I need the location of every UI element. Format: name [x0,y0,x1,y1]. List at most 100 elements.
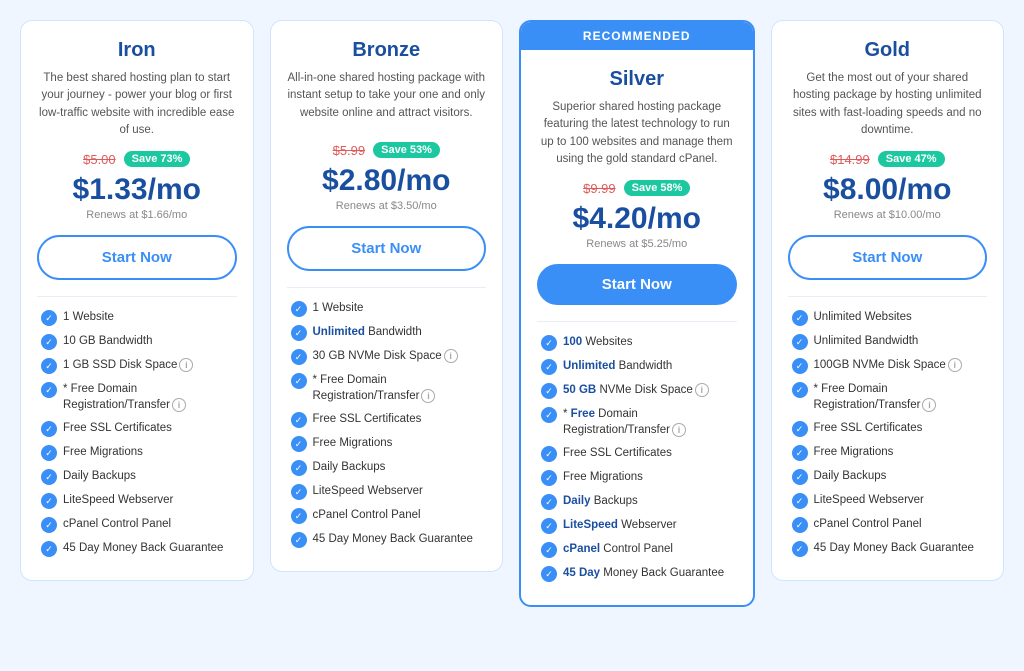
check-icon: ✓ [541,518,557,534]
check-icon: ✓ [41,310,57,326]
main-price: $1.33/mo [37,173,237,207]
plan-desc: All-in-one shared hosting package with i… [287,70,487,130]
plan-name: Gold [788,39,988,62]
check-icon: ✓ [41,541,57,557]
feature-text: 1 Website [63,309,114,325]
check-icon: ✓ [41,469,57,485]
feature-item: ✓ Free Migrations [41,444,233,461]
divider [37,296,237,297]
plan-card-iron: Iron The best shared hosting plan to sta… [20,20,254,581]
feature-item: ✓ * Free Domain Registration/Transferi [41,381,233,413]
info-icon: i [179,358,193,372]
check-icon: ✓ [792,445,808,461]
info-icon: i [421,389,435,403]
plan-body: Gold Get the most out of your shared hos… [772,21,1004,557]
feature-text: Free SSL Certificates [563,445,672,461]
info-icon: i [695,383,709,397]
features-list: ✓ 1 Website ✓ Unlimited Bandwidth ✓ 30 G… [287,300,487,548]
check-icon: ✓ [541,383,557,399]
check-icon: ✓ [792,382,808,398]
original-price: $5.99 [333,143,366,158]
plan-desc: Get the most out of your shared hosting … [788,70,988,139]
feature-item: ✓ Daily Backups [41,468,233,485]
check-icon: ✓ [792,469,808,485]
check-icon: ✓ [541,494,557,510]
feature-text: LiteSpeed Webserver [63,492,173,508]
feature-item: ✓ Unlimited Bandwidth [291,324,483,341]
plan-card-bronze: Bronze All-in-one shared hosting package… [270,20,504,572]
start-now-button[interactable]: Start Now [537,264,737,305]
plan-name: Iron [37,39,237,62]
feature-item: ✓ Unlimited Websites [792,309,984,326]
feature-text: cPanel Control Panel [814,516,922,532]
price-row: $9.99 Save 58% [537,180,737,196]
feature-item: ✓ cPanel Control Panel [541,541,733,558]
info-icon: i [444,349,458,363]
feature-text: Unlimited Websites [814,309,912,325]
check-icon: ✓ [541,335,557,351]
feature-item: ✓ 50 GB NVMe Disk Spacei [541,382,733,399]
plan-card-gold: Gold Get the most out of your shared hos… [771,20,1005,581]
feature-item: ✓ Daily Backups [792,468,984,485]
check-icon: ✓ [792,421,808,437]
check-icon: ✓ [792,517,808,533]
feature-item: ✓ Daily Backups [541,493,733,510]
divider [287,287,487,288]
feature-item: ✓ * Free Domain Registration/Transferi [541,406,733,438]
check-icon: ✓ [792,541,808,557]
plan-card-silver: RECOMMENDED Silver Superior shared hosti… [519,20,755,607]
feature-item: ✓ Free Migrations [541,469,733,486]
start-now-button[interactable]: Start Now [37,235,237,280]
save-badge: Save 47% [878,151,945,167]
feature-text: Unlimited Bandwidth [563,358,672,374]
divider [537,321,737,322]
check-icon: ✓ [41,445,57,461]
check-icon: ✓ [291,373,307,389]
start-now-button[interactable]: Start Now [788,235,988,280]
plan-body: Silver Superior shared hosting package f… [521,50,753,582]
check-icon: ✓ [41,358,57,374]
feature-text: 45 Day Money Back Guarantee [63,540,223,556]
feature-item: ✓ cPanel Control Panel [792,516,984,533]
check-icon: ✓ [291,301,307,317]
feature-text: 1 GB SSD Disk Spacei [63,357,193,373]
feature-text: 50 GB NVMe Disk Spacei [563,382,709,398]
divider [788,296,988,297]
main-price: $8.00/mo [788,173,988,207]
feature-text: Daily Backups [563,493,638,509]
feature-text: cPanel Control Panel [63,516,171,532]
plans-container: Iron The best shared hosting plan to sta… [20,20,1004,607]
renews-text: Renews at $10.00/mo [788,209,988,221]
check-icon: ✓ [792,334,808,350]
feature-item: ✓ Daily Backups [291,459,483,476]
price-row: $5.99 Save 53% [287,142,487,158]
feature-item: ✓ 100GB NVMe Disk Spacei [792,357,984,374]
feature-item: ✓ Free Migrations [792,444,984,461]
check-icon: ✓ [41,421,57,437]
check-icon: ✓ [541,446,557,462]
feature-text: Free SSL Certificates [63,420,172,436]
feature-item: ✓ 1 Website [41,309,233,326]
feature-text: Daily Backups [814,468,887,484]
feature-item: ✓ 1 GB SSD Disk Spacei [41,357,233,374]
feature-item: ✓ Free SSL Certificates [541,445,733,462]
feature-item: ✓ Free Migrations [291,435,483,452]
feature-item: ✓ LiteSpeed Webserver [291,483,483,500]
feature-text: Free SSL Certificates [313,411,422,427]
check-icon: ✓ [291,484,307,500]
original-price: $9.99 [583,181,616,196]
feature-text: Free Migrations [814,444,894,460]
start-now-button[interactable]: Start Now [287,226,487,271]
check-icon: ✓ [792,493,808,509]
check-icon: ✓ [541,542,557,558]
check-icon: ✓ [291,460,307,476]
feature-text: 30 GB NVMe Disk Spacei [313,348,458,364]
feature-text: Unlimited Bandwidth [313,324,422,340]
plan-body: Iron The best shared hosting plan to sta… [21,21,253,557]
feature-text: Free Migrations [63,444,143,460]
feature-item: ✓ Unlimited Bandwidth [541,358,733,375]
feature-text: Free Migrations [563,469,643,485]
original-price: $5.00 [83,152,116,167]
feature-item: ✓ 45 Day Money Back Guarantee [41,540,233,557]
save-badge: Save 73% [124,151,191,167]
